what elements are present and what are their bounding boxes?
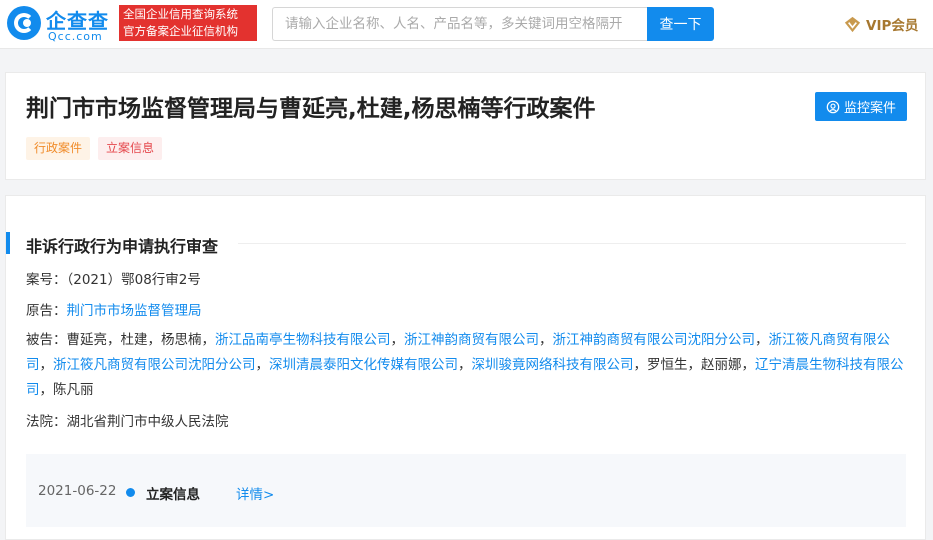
tag-filing-info: 立案信息 — [98, 137, 163, 160]
case-title: 荆门市市场监督管理局与曹延亮,杜建,杨思楠等行政案件 — [26, 96, 596, 122]
defendant-list: 曹延亮，杜建，杨思楠，浙江品南亭生物科技有限公司，浙江神韵商贸有限公司，浙江神韵… — [26, 332, 904, 398]
timeline-label: 立案信息 — [146, 487, 200, 503]
defendant-separator: ， — [147, 332, 162, 348]
qcc-logo[interactable]: 企查查 Qcc.com — [7, 5, 115, 43]
defendant-company-link[interactable]: 深圳骏竟网络科技有限公司 — [472, 357, 634, 373]
plaintiff-link[interactable]: 荆门市市场监督管理局 — [67, 303, 202, 319]
monitor-icon — [826, 100, 840, 113]
defendant-company-link[interactable]: 浙江筱凡商贸有限公司沈阳分公司 — [53, 357, 256, 373]
defendant-person: 曹延亮 — [66, 332, 108, 348]
tag-administrative-case: 行政案件 — [26, 137, 91, 160]
defendant-separator: ， — [255, 357, 270, 373]
vip-member-link[interactable]: VIP会员 — [843, 14, 918, 34]
defendant-separator: ， — [741, 357, 756, 373]
case-number-row: 案号：（2021）鄂08行审2号 — [26, 268, 201, 293]
defendant-separator: ， — [39, 382, 54, 398]
section-divider — [238, 243, 906, 244]
court-value: 湖北省荆门市中级人民法院 — [66, 414, 229, 430]
search-input[interactable] — [272, 7, 647, 41]
defendant-separator: ， — [390, 332, 405, 348]
case-header-card: 荆门市市场监督管理局与曹延亮,杜建,杨思楠等行政案件 行政案件 立案信息 监控案… — [5, 72, 926, 180]
section-title: 非诉行政行为申请执行审查 — [26, 237, 219, 256]
defendant-separator: ， — [458, 357, 472, 373]
timeline-details-link[interactable]: 详情> — [236, 483, 274, 503]
logo-english-text: Qcc.com — [48, 30, 103, 43]
monitor-case-label: 监控案件 — [843, 101, 896, 116]
defendant-separator: ， — [39, 357, 54, 373]
slogan-badge: 全国企业信用查询系统 官方备案企业征信机构 — [119, 5, 257, 41]
defendant-company-link[interactable]: 深圳清晨泰阳文化传媒有限公司 — [269, 357, 458, 373]
defendant-company-link[interactable]: 浙江神韵商贸有限公司沈阳分公司 — [553, 332, 756, 348]
timeline-date: 2021-06-22 — [38, 483, 117, 499]
defendant-company-link[interactable]: 浙江品南亭生物科技有限公司 — [215, 332, 391, 348]
top-header: 企查查 Qcc.com 全国企业信用查询系统 官方备案企业征信机构 查一下 VI… — [0, 0, 933, 49]
defendant-separator: ， — [755, 332, 769, 348]
case-number-value: （2021）鄂08行审2号 — [66, 272, 201, 288]
defendant-company-link[interactable]: 浙江神韵商贸有限公司 — [404, 332, 539, 348]
defendant-separator: ， — [539, 332, 553, 348]
plaintiff-label: 原告： — [26, 303, 67, 319]
defendant-person: 陈凡丽 — [53, 382, 94, 398]
search-button[interactable]: 查一下 — [647, 7, 714, 41]
defendant-label: 被告： — [26, 332, 67, 348]
logo-mark-icon — [7, 6, 41, 40]
defendant-separator: ， — [201, 332, 216, 348]
section-accent-bar — [6, 232, 10, 254]
defendant-separator: ， — [687, 357, 702, 373]
monitor-case-button[interactable]: 监控案件 — [815, 92, 907, 121]
vip-label: VIP会员 — [866, 18, 919, 34]
case-number-label: 案号： — [26, 272, 67, 288]
court-label: 法院： — [26, 414, 67, 430]
slogan-line-1: 全国企业信用查询系统 — [123, 7, 238, 21]
defendant-person: 罗恒生 — [647, 357, 688, 373]
defendant-person: 杨思楠 — [161, 332, 202, 348]
defendant-person: 杜建 — [120, 332, 148, 348]
case-tags: 行政案件 立案信息 — [26, 137, 163, 160]
defendant-separator: ， — [633, 357, 648, 373]
defendant-separator: ， — [107, 332, 121, 348]
defendant-row: 被告：曹延亮，杜建，杨思楠，浙江品南亭生物科技有限公司，浙江神韵商贸有限公司，浙… — [26, 328, 906, 403]
court-row: 法院：湖北省荆门市中级人民法院 — [26, 410, 229, 435]
case-detail-card: 非诉行政行为申请执行审查 案号：（2021）鄂08行审2号 原告：荆门市市场监督… — [5, 195, 926, 540]
plaintiff-row: 原告：荆门市市场监督管理局 — [26, 299, 202, 324]
vip-crown-icon — [844, 16, 861, 32]
timeline-entry: 2021-06-22 立案信息 详情> — [26, 454, 906, 527]
slogan-line-2: 官方备案企业征信机构 — [123, 24, 238, 38]
timeline-dot-icon — [126, 488, 135, 497]
defendant-person: 赵丽娜 — [701, 357, 742, 373]
